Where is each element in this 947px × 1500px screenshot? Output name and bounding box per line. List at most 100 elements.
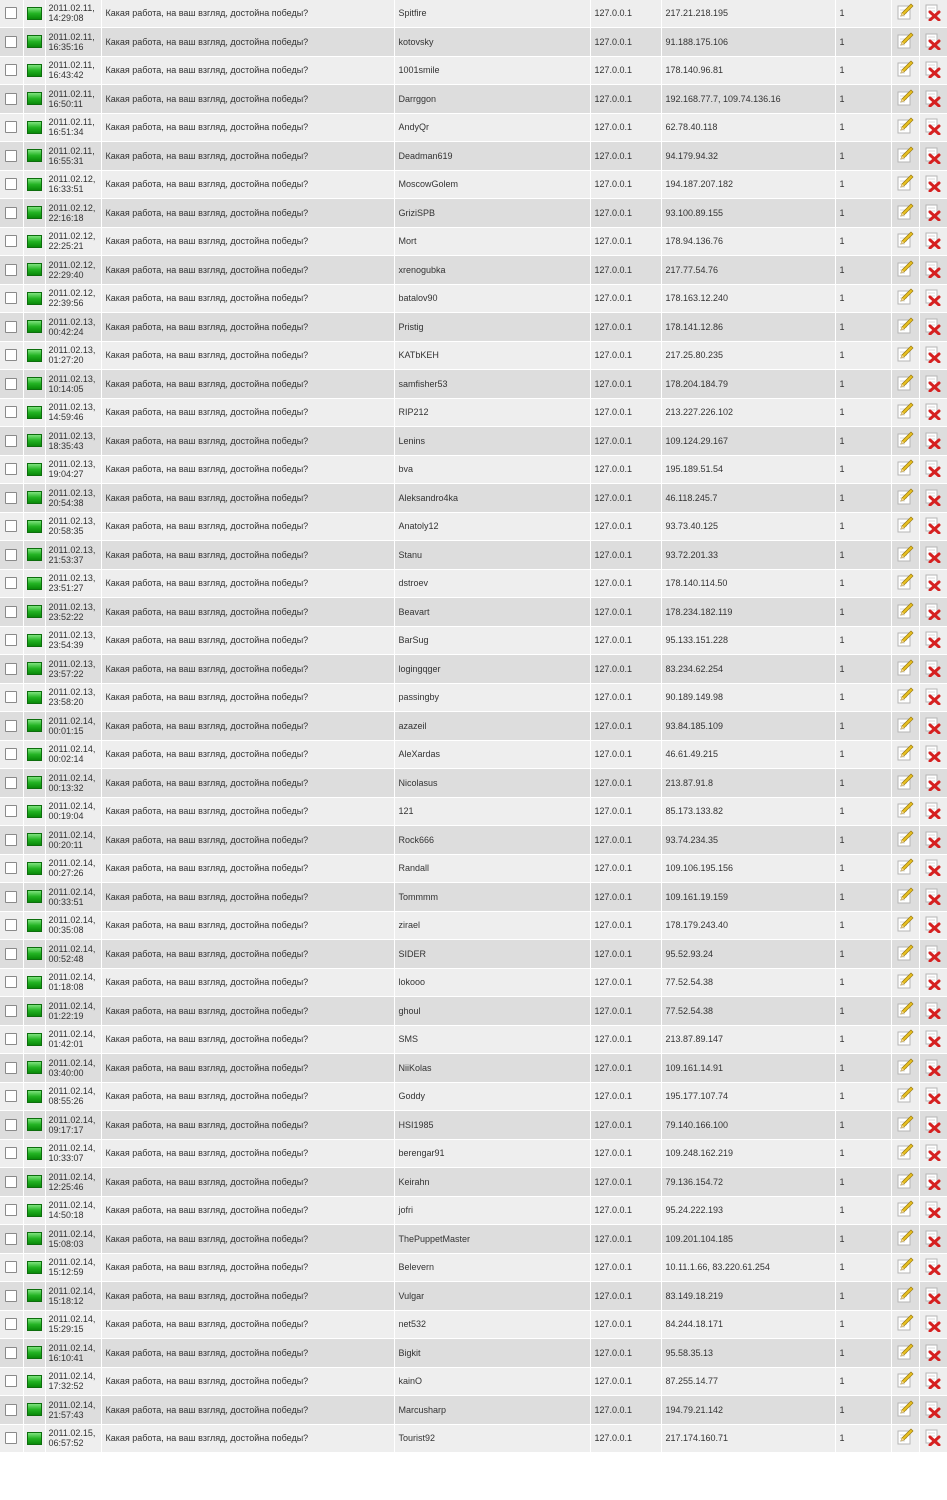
delete-cross-icon[interactable]	[924, 60, 942, 80]
row-checkbox[interactable]	[5, 235, 18, 248]
edit-pencil-icon[interactable]	[896, 231, 914, 251]
row-checkbox[interactable]	[5, 1289, 18, 1302]
row-checkbox[interactable]	[5, 748, 18, 761]
delete-cross-icon[interactable]	[924, 1229, 942, 1249]
edit-pencil-icon[interactable]	[896, 317, 914, 337]
edit-pencil-icon[interactable]	[896, 146, 914, 166]
row-checkbox[interactable]	[5, 320, 18, 333]
row-checkbox[interactable]	[5, 121, 18, 134]
row-checkbox[interactable]	[5, 292, 18, 305]
edit-pencil-icon[interactable]	[896, 830, 914, 850]
row-checkbox[interactable]	[5, 1204, 18, 1217]
edit-pencil-icon[interactable]	[896, 1029, 914, 1049]
delete-cross-icon[interactable]	[924, 716, 942, 736]
delete-cross-icon[interactable]	[924, 630, 942, 650]
row-checkbox[interactable]	[5, 1004, 18, 1017]
edit-pencil-icon[interactable]	[896, 1001, 914, 1021]
row-checkbox[interactable]	[5, 662, 18, 675]
edit-pencil-icon[interactable]	[896, 1058, 914, 1078]
edit-pencil-icon[interactable]	[896, 887, 914, 907]
edit-pencil-icon[interactable]	[896, 716, 914, 736]
edit-pencil-icon[interactable]	[896, 1172, 914, 1192]
delete-cross-icon[interactable]	[924, 516, 942, 536]
edit-pencil-icon[interactable]	[896, 288, 914, 308]
delete-cross-icon[interactable]	[924, 773, 942, 793]
edit-pencil-icon[interactable]	[896, 1343, 914, 1363]
row-checkbox[interactable]	[5, 1261, 18, 1274]
delete-cross-icon[interactable]	[924, 1257, 942, 1277]
row-checkbox[interactable]	[5, 149, 18, 162]
edit-pencil-icon[interactable]	[896, 260, 914, 280]
delete-cross-icon[interactable]	[924, 146, 942, 166]
row-checkbox[interactable]	[5, 776, 18, 789]
edit-pencil-icon[interactable]	[896, 1286, 914, 1306]
edit-pencil-icon[interactable]	[896, 602, 914, 622]
row-checkbox[interactable]	[5, 1061, 18, 1074]
row-checkbox[interactable]	[5, 349, 18, 362]
delete-cross-icon[interactable]	[924, 3, 942, 23]
row-checkbox[interactable]	[5, 947, 18, 960]
row-checkbox[interactable]	[5, 92, 18, 105]
delete-cross-icon[interactable]	[924, 944, 942, 964]
delete-cross-icon[interactable]	[924, 1371, 942, 1391]
delete-cross-icon[interactable]	[924, 1143, 942, 1163]
edit-pencil-icon[interactable]	[896, 1143, 914, 1163]
edit-pencil-icon[interactable]	[896, 174, 914, 194]
row-checkbox[interactable]	[5, 64, 18, 77]
row-checkbox[interactable]	[5, 548, 18, 561]
edit-pencil-icon[interactable]	[896, 488, 914, 508]
row-checkbox[interactable]	[5, 1147, 18, 1160]
delete-cross-icon[interactable]	[924, 1286, 942, 1306]
row-checkbox[interactable]	[5, 890, 18, 903]
row-checkbox[interactable]	[5, 805, 18, 818]
delete-cross-icon[interactable]	[924, 1029, 942, 1049]
row-checkbox[interactable]	[5, 520, 18, 533]
delete-cross-icon[interactable]	[924, 459, 942, 479]
delete-cross-icon[interactable]	[924, 1058, 942, 1078]
row-checkbox[interactable]	[5, 463, 18, 476]
edit-pencil-icon[interactable]	[896, 1428, 914, 1448]
row-checkbox[interactable]	[5, 1318, 18, 1331]
row-checkbox[interactable]	[5, 919, 18, 932]
delete-cross-icon[interactable]	[924, 915, 942, 935]
delete-cross-icon[interactable]	[924, 32, 942, 52]
delete-cross-icon[interactable]	[924, 858, 942, 878]
delete-cross-icon[interactable]	[924, 374, 942, 394]
edit-pencil-icon[interactable]	[896, 1314, 914, 1334]
row-checkbox[interactable]	[5, 1118, 18, 1131]
delete-cross-icon[interactable]	[924, 260, 942, 280]
row-checkbox[interactable]	[5, 577, 18, 590]
delete-cross-icon[interactable]	[924, 659, 942, 679]
edit-pencil-icon[interactable]	[896, 345, 914, 365]
row-checkbox[interactable]	[5, 719, 18, 732]
delete-cross-icon[interactable]	[924, 231, 942, 251]
delete-cross-icon[interactable]	[924, 573, 942, 593]
delete-cross-icon[interactable]	[924, 545, 942, 565]
row-checkbox[interactable]	[5, 1432, 18, 1445]
delete-cross-icon[interactable]	[924, 89, 942, 109]
row-checkbox[interactable]	[5, 35, 18, 48]
edit-pencil-icon[interactable]	[896, 773, 914, 793]
delete-cross-icon[interactable]	[924, 801, 942, 821]
delete-cross-icon[interactable]	[924, 117, 942, 137]
edit-pencil-icon[interactable]	[896, 117, 914, 137]
edit-pencil-icon[interactable]	[896, 1371, 914, 1391]
delete-cross-icon[interactable]	[924, 203, 942, 223]
edit-pencil-icon[interactable]	[896, 545, 914, 565]
delete-cross-icon[interactable]	[924, 488, 942, 508]
row-checkbox[interactable]	[5, 178, 18, 191]
edit-pencil-icon[interactable]	[896, 1115, 914, 1135]
row-checkbox[interactable]	[5, 263, 18, 276]
edit-pencil-icon[interactable]	[896, 374, 914, 394]
edit-pencil-icon[interactable]	[896, 858, 914, 878]
delete-cross-icon[interactable]	[924, 1115, 942, 1135]
edit-pencil-icon[interactable]	[896, 431, 914, 451]
row-checkbox[interactable]	[5, 862, 18, 875]
delete-cross-icon[interactable]	[924, 1200, 942, 1220]
row-checkbox[interactable]	[5, 833, 18, 846]
delete-cross-icon[interactable]	[924, 1314, 942, 1334]
edit-pencil-icon[interactable]	[896, 3, 914, 23]
row-checkbox[interactable]	[5, 1175, 18, 1188]
edit-pencil-icon[interactable]	[896, 659, 914, 679]
delete-cross-icon[interactable]	[924, 402, 942, 422]
